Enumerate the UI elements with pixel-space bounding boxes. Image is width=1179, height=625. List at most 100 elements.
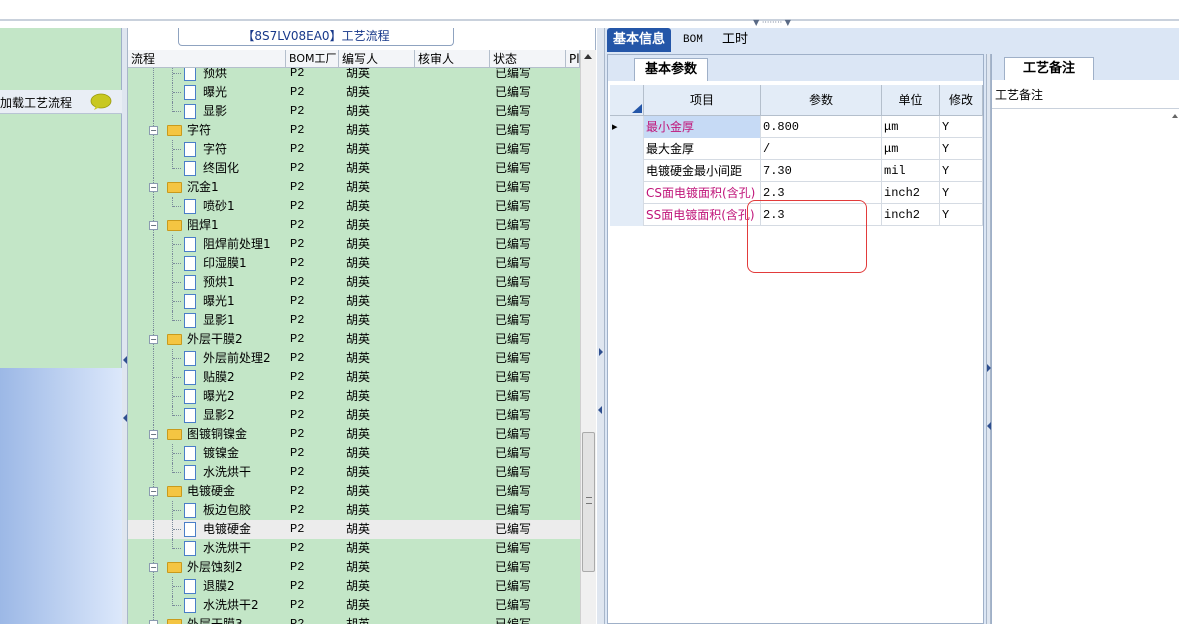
step-writer: 胡英 [346,332,371,346]
remarks-subtab-bar: 工艺备注 [992,54,1179,80]
tree-folder-row[interactable]: − 电镀硬金 P2 胡英 已编写 [128,482,580,501]
tab-basic-info[interactable]: 基本信息 [607,28,672,52]
tree-step-row[interactable]: 终固化 P2 胡英 已编写 [128,159,580,178]
row-indicator[interactable] [610,138,644,160]
param-row[interactable]: 最大金厚 / μm Y [610,138,983,160]
tree-folder-row[interactable]: − 沉金1 P2 胡英 已编写 [128,178,580,197]
subtab-process-remarks[interactable]: 工艺备注 [1004,57,1094,80]
tree-step-row[interactable]: 阻焊前处理1 P2 胡英 已编写 [128,235,580,254]
col-header-item[interactable]: 项目 [644,85,761,116]
flow-vertical-scrollbar[interactable] [580,50,596,624]
step-status: 已编写 [495,446,532,460]
collapse-toggle-icon[interactable]: − [149,430,158,439]
step-status: 已编写 [495,68,532,80]
step-factory: P2 [290,104,305,118]
col-header-unit[interactable]: 单位 [882,85,940,116]
tree-step-row[interactable]: 退膜2 P2 胡英 已编写 [128,577,580,596]
param-value[interactable]: 7.30 [761,160,882,182]
tree-step-row[interactable]: 曝光1 P2 胡英 已编写 [128,292,580,311]
param-value[interactable]: 0.800 [761,116,882,138]
row-indicator[interactable] [610,160,644,182]
step-writer: 胡英 [346,541,371,555]
scrollbar-thumb[interactable] [582,432,595,572]
row-indicator[interactable] [610,182,644,204]
tree-step-row[interactable]: 显影1 P2 胡英 已编写 [128,311,580,330]
speech-bubble-icon[interactable] [90,93,112,111]
tree-step-row[interactable]: 显影 P2 胡英 已编写 [128,102,580,121]
top-divider [0,19,1179,21]
collapse-toggle-icon[interactable]: − [149,126,158,135]
collapse-toggle-icon[interactable]: − [149,183,158,192]
collapse-toggle-icon[interactable]: − [149,563,158,572]
splitter-handle[interactable]: ▼ ········ ▼ [737,19,807,27]
tree-step-row[interactable]: 外层前处理2 P2 胡英 已编写 [128,349,580,368]
document-icon [184,579,196,594]
param-row[interactable]: 电镀硬金最小间距 7.30 mil Y [610,160,983,182]
step-name: 预烘1 [203,275,235,289]
remarks-scrollbar[interactable] [1170,110,1179,624]
document-icon [184,389,196,404]
tree-step-row[interactable]: 显影2 P2 胡英 已编写 [128,406,580,425]
step-factory: P2 [290,427,305,441]
tree-step-row[interactable]: 水洗烘干 P2 胡英 已编写 [128,539,580,558]
tree-step-row[interactable]: 喷砂1 P2 胡英 已编写 [128,197,580,216]
row-indicator[interactable] [610,204,644,226]
tree-step-row[interactable]: 电镀硬金 P2 胡英 已编写 [128,520,580,539]
tree-branch [173,168,181,169]
tree-folder-row[interactable]: − 图镀铜镍金 P2 胡英 已编写 [128,425,580,444]
scroll-up-arrow-icon[interactable] [584,54,592,59]
step-writer: 胡英 [346,313,371,327]
row-indicator[interactable]: ▸ [610,116,644,138]
tree-branch [173,548,181,549]
tree-step-row[interactable]: 预烘1 P2 胡英 已编写 [128,273,580,292]
tree-step-row[interactable]: 预烘 P2 胡英 已编写 [128,68,580,83]
tree-step-row[interactable]: 贴膜2 P2 胡英 已编写 [128,368,580,387]
col-header-status[interactable]: 状态 [490,50,566,68]
tree-folder-row[interactable]: − 字符 P2 胡英 已编写 [128,121,580,140]
load-flow-bar[interactable]: 加载工艺流程 [0,90,122,114]
folder-icon [167,125,182,136]
tree-folder-row[interactable]: − 外层干膜2 P2 胡英 已编写 [128,330,580,349]
col-header-modified[interactable]: 修改 [940,85,983,116]
param-modified: Y [940,204,983,226]
tree-step-row[interactable]: 水洗烘干 P2 胡英 已编写 [128,463,580,482]
tab-work-hours[interactable]: 工时 [716,28,754,52]
tree-folder-row[interactable]: − 阻焊1 P2 胡英 已编写 [128,216,580,235]
subtab-basic-params[interactable]: 基本参数 [634,58,708,81]
detail-tabbar: 基本信息 BOM 工时 [605,28,1179,52]
tree-branch [173,92,181,93]
col-header-pl[interactable]: Pl [566,50,580,68]
col-header-param[interactable]: 参数 [761,85,882,116]
collapse-left-icon [123,356,127,364]
collapse-toggle-icon[interactable]: − [149,335,158,344]
document-icon [184,104,196,119]
tree-guide [153,235,154,254]
scroll-up-arrow-icon[interactable] [1172,114,1178,118]
param-row[interactable]: ▸ 最小金厚 0.800 μm Y [610,116,983,138]
tree-step-row[interactable]: 板边包胶 P2 胡英 已编写 [128,501,580,520]
tree-folder-row[interactable]: − 外层干膜3 P2 胡英 已编写 [128,615,580,624]
step-factory: P2 [290,123,305,137]
col-header-flow[interactable]: 流程 [128,50,286,68]
tree-step-row[interactable]: 印湿膜1 P2 胡英 已编写 [128,254,580,273]
folder-icon [167,220,182,231]
col-header-writer[interactable]: 编写人 [339,50,415,68]
collapse-toggle-icon[interactable]: − [149,487,158,496]
step-writer: 胡英 [346,351,371,365]
collapse-toggle-icon[interactable]: − [149,221,158,230]
middle-collapse-bar[interactable] [597,28,605,624]
tree-step-row[interactable]: 曝光 P2 胡英 已编写 [128,83,580,102]
collapse-toggle-icon[interactable]: − [149,620,158,624]
step-writer: 胡英 [346,275,371,289]
tree-folder-row[interactable]: − 外层蚀刻2 P2 胡英 已编写 [128,558,580,577]
col-header-factory[interactable]: BOM工厂 [286,50,339,68]
tree-step-row[interactable]: 曝光2 P2 胡英 已编写 [128,387,580,406]
tree-step-row[interactable]: 镀镍金 P2 胡英 已编写 [128,444,580,463]
col-header-reviewer[interactable]: 核审人 [415,50,490,68]
step-factory: P2 [290,313,305,327]
tree-step-row[interactable]: 水洗烘干2 P2 胡英 已编写 [128,596,580,615]
tab-bom[interactable]: BOM [677,28,709,52]
param-value[interactable]: / [761,138,882,160]
step-name: 外层干膜2 [187,332,243,346]
tree-step-row[interactable]: 字符 P2 胡英 已编写 [128,140,580,159]
